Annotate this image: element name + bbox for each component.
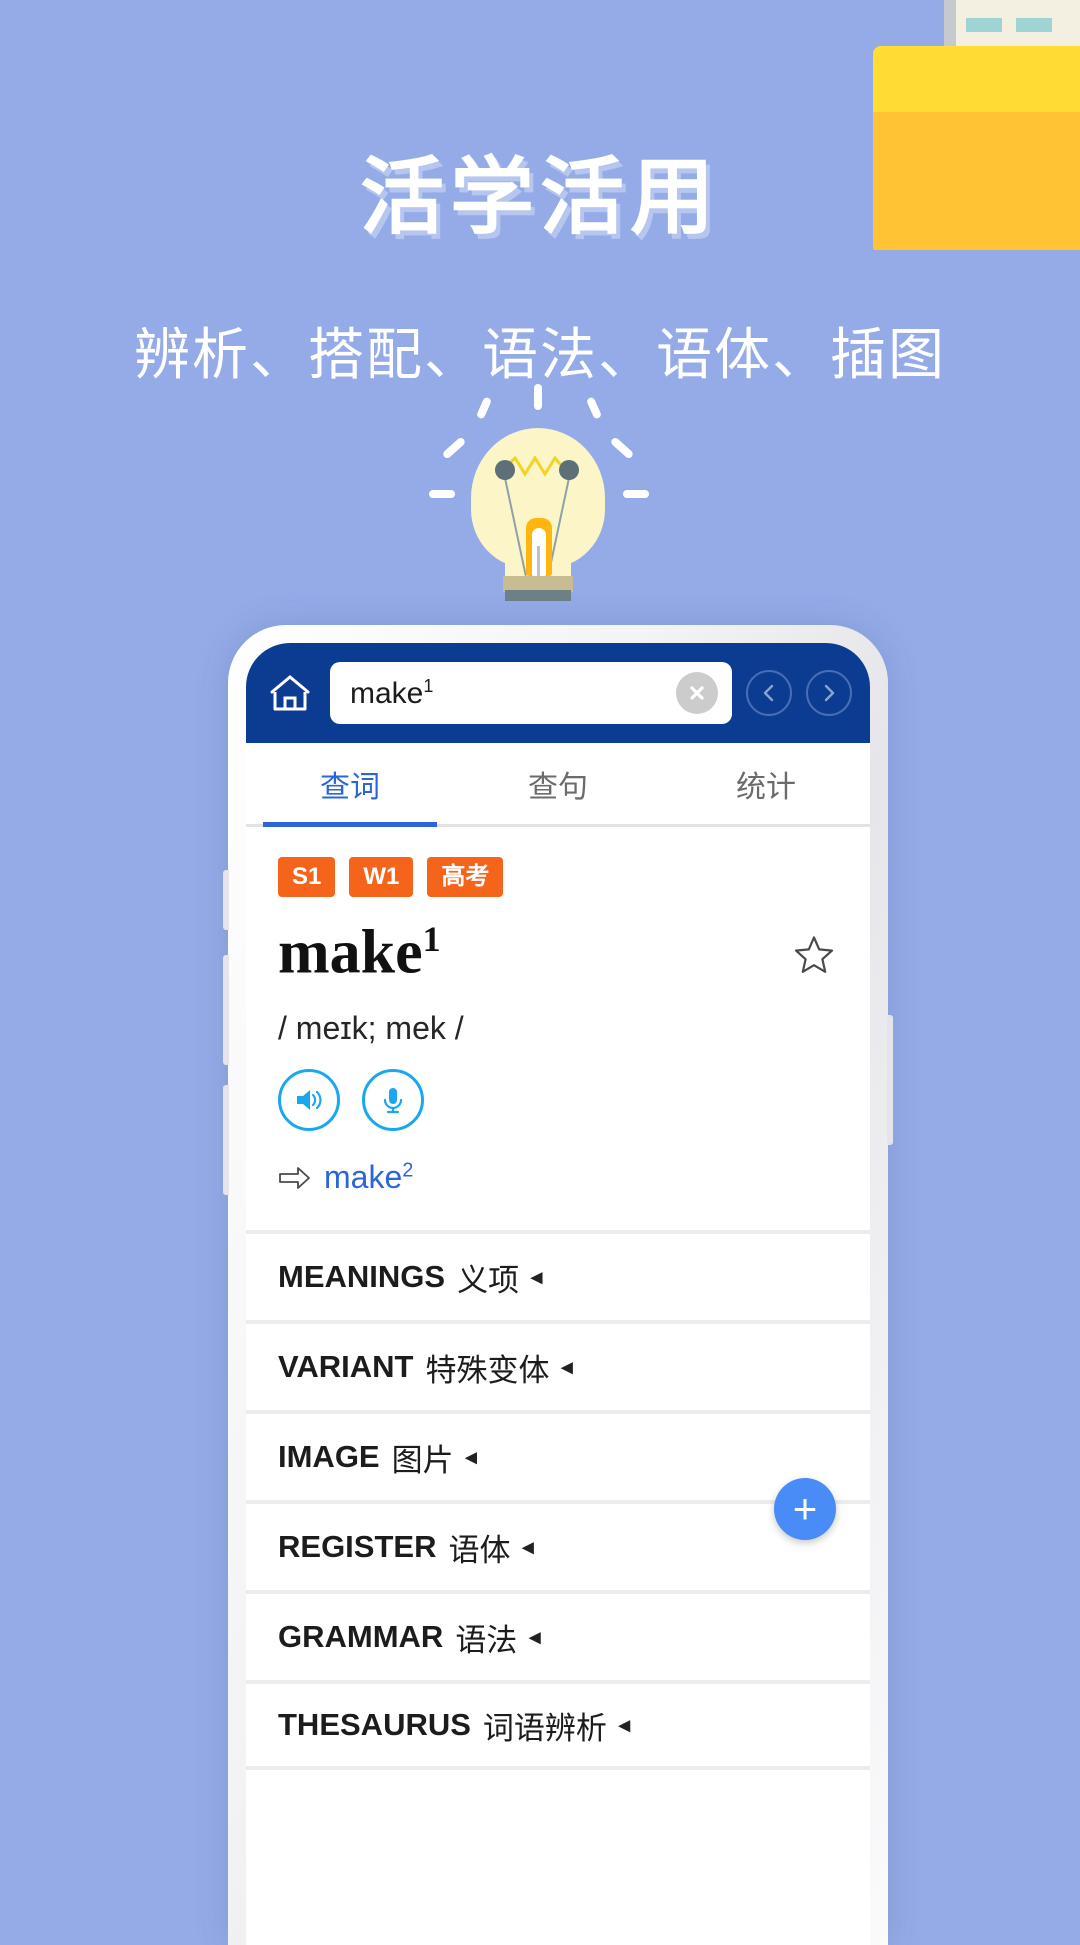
section-variant[interactable]: VARIANT 特殊变体 ◂	[246, 1320, 870, 1410]
audio-controls	[278, 1069, 838, 1132]
section-label-en: MEANINGS	[278, 1259, 446, 1295]
hero-title-wrap: 活学活用	[0, 130, 1080, 251]
section-image[interactable]: IMAGE 图片 ◂	[246, 1410, 870, 1500]
section-label-cn: 特殊变体	[425, 1352, 550, 1388]
headword-row: make1	[278, 921, 838, 984]
phone-mockup: make1 查词 查句 统计 S1 W1 高考 make1 / meɪk; me…	[223, 625, 893, 1945]
hero-title: 活学活用	[359, 150, 720, 244]
caret-left-icon: ◂	[561, 1354, 573, 1380]
folder-icon-tab	[873, 46, 973, 74]
lightbulb-icon	[429, 384, 649, 628]
forward-button[interactable]	[806, 670, 852, 716]
section-label-en: GRAMMAR	[278, 1619, 444, 1655]
add-button[interactable]: +	[774, 1478, 836, 1540]
tab-search-sentence[interactable]: 查句	[454, 743, 662, 824]
app-header: make1	[246, 643, 870, 743]
caret-left-icon: ◂	[529, 1624, 541, 1650]
speaker-icon	[297, 1090, 322, 1111]
tab-search-word[interactable]: 查词	[246, 743, 454, 827]
microphone-button[interactable]	[362, 1069, 424, 1132]
section-label-cn: 词语辨析	[482, 1710, 607, 1746]
section-label-cn: 语体	[448, 1532, 511, 1568]
status-badge: S1	[278, 857, 336, 898]
phone-button-silent	[223, 870, 229, 930]
microphone-icon	[383, 1088, 403, 1114]
section-label-cn: 图片	[391, 1442, 454, 1478]
search-input-value: make1	[350, 675, 434, 710]
section-meanings[interactable]: MEANINGS 义项 ◂	[246, 1230, 870, 1320]
section-label-en: IMAGE	[278, 1439, 380, 1475]
tab-bar: 查词 查句 统计	[246, 743, 870, 827]
phonetic-transcription: / meɪk; mek /	[278, 1010, 464, 1047]
phone-button-volume-up	[223, 955, 229, 1065]
badge-list: S1 W1 高考	[278, 857, 838, 898]
phone-screen: make1 查词 查句 统计 S1 W1 高考 make1 / meɪk; me…	[246, 643, 870, 1945]
tab-statistics[interactable]: 统计	[662, 743, 870, 824]
phone-button-volume-down	[223, 1085, 229, 1195]
star-outline-icon[interactable]	[790, 931, 838, 979]
section-label-en: VARIANT	[278, 1349, 414, 1385]
caret-left-icon: ◂	[522, 1534, 534, 1560]
caret-left-icon: ◂	[531, 1264, 543, 1290]
section-label-en: THESAURUS	[278, 1707, 471, 1743]
caret-left-icon: ◂	[618, 1712, 630, 1738]
back-button[interactable]	[746, 670, 792, 716]
chevron-left-icon	[763, 684, 774, 702]
section-label-cn: 语法	[455, 1622, 518, 1658]
hero-subtitle: 辨析、搭配、语法、语体、插图	[134, 323, 946, 386]
dictionary-entry: S1 W1 高考 make1 / meɪk; mek / make2	[246, 827, 870, 1196]
arrow-right-icon	[279, 1166, 310, 1189]
section-grammar[interactable]: GRAMMAR 语法 ◂	[246, 1590, 870, 1680]
cross-reference-link[interactable]: make2	[278, 1159, 838, 1196]
section-label-cn: 义项	[457, 1262, 520, 1298]
home-icon[interactable]	[264, 667, 316, 719]
speaker-button[interactable]	[278, 1069, 340, 1132]
status-badge: 高考	[427, 857, 504, 898]
phone-button-power	[887, 1015, 893, 1145]
headword: make1	[278, 919, 441, 988]
cross-reference-label: make2	[324, 1159, 414, 1196]
section-label-en: REGISTER	[278, 1529, 437, 1565]
status-badge: W1	[349, 857, 414, 898]
section-thesaurus[interactable]: THESAURUS 词语辨析 ◂	[246, 1680, 870, 1771]
chevron-right-icon	[824, 684, 835, 702]
clear-icon[interactable]	[676, 672, 718, 714]
caret-left-icon: ◂	[465, 1444, 477, 1470]
search-input[interactable]: make1	[330, 662, 732, 724]
